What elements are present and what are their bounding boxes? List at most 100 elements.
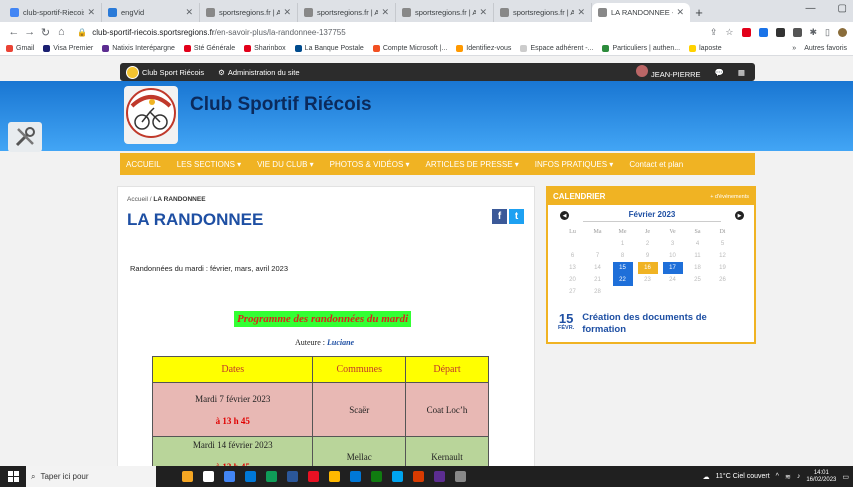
next-month-button[interactable]: ▶ xyxy=(735,211,744,220)
bookmark-item[interactable]: Particuliers | authen... xyxy=(602,45,680,52)
taskbar-app-icon[interactable] xyxy=(266,471,277,482)
taskbar-app-icon[interactable] xyxy=(224,471,235,482)
forward-icon[interactable]: → xyxy=(22,26,38,38)
tab-close-icon[interactable]: ✕ xyxy=(185,7,193,18)
calendar-day[interactable]: 17 xyxy=(662,262,683,274)
puzzle-icon[interactable]: ✱ xyxy=(810,27,818,38)
admin-settings-link[interactable]: ⚙ Administration du site xyxy=(218,68,299,77)
calendar-day[interactable]: 8 xyxy=(610,250,635,262)
calendar-day[interactable]: 3 xyxy=(660,238,685,250)
browser-tab[interactable]: sportsregions.fr | Adm✕ xyxy=(396,3,494,22)
sidepanel-icon[interactable]: ▯ xyxy=(825,27,830,38)
new-tab-button[interactable]: + xyxy=(690,3,708,22)
user-menu[interactable]: JEAN-PIERRE xyxy=(635,65,701,79)
calendar-day[interactable]: 5 xyxy=(710,238,735,250)
calendar-icon[interactable]: ▦ xyxy=(738,68,745,77)
bookmark-item[interactable]: Sté Générale xyxy=(183,45,235,52)
event-title[interactable]: Création des documents de formation xyxy=(582,312,732,336)
extension-icon[interactable] xyxy=(758,27,768,37)
taskbar-app-icon[interactable] xyxy=(287,471,298,482)
calendar-day[interactable]: 23 xyxy=(635,274,660,286)
extension-icon[interactable] xyxy=(792,27,802,37)
home-icon[interactable]: ⌂ xyxy=(53,26,69,38)
taskbar-search[interactable]: ⌕ Taper ici pour xyxy=(26,466,156,487)
share-icon[interactable]: ⇪ xyxy=(710,27,718,38)
calendar-day[interactable]: 6 xyxy=(560,250,585,262)
calendar-day[interactable]: 11 xyxy=(685,250,710,262)
bookmark-item[interactable]: Compte Microsoft |... xyxy=(372,45,447,52)
more-events-link[interactable]: + d'événements xyxy=(710,194,749,200)
bookmark-item[interactable]: Visa Premier xyxy=(43,45,93,52)
tab-close-icon[interactable]: ✕ xyxy=(479,7,487,18)
menu-item[interactable]: INFOS PRATIQUES ▾ xyxy=(535,160,614,169)
calendar-day[interactable]: 15 xyxy=(612,262,633,274)
calendar-day[interactable]: 28 xyxy=(585,286,610,298)
chat-icon[interactable]: 💬 xyxy=(715,68,724,77)
calendar-day[interactable]: 27 xyxy=(560,286,585,298)
bookmark-item[interactable]: La Banque Postale xyxy=(294,45,364,52)
calendar-day[interactable]: 4 xyxy=(685,238,710,250)
tab-close-icon[interactable]: ✕ xyxy=(381,7,389,18)
bookmark-item[interactable]: Gmail xyxy=(6,45,34,52)
menu-item[interactable]: ACCUEIL xyxy=(126,160,161,169)
profile-avatar[interactable] xyxy=(838,27,847,37)
chevron-up-icon[interactable]: ^ xyxy=(776,473,779,480)
volume-icon[interactable]: ♪ xyxy=(797,473,801,480)
calendar-day[interactable]: 26 xyxy=(710,274,735,286)
tab-close-icon[interactable]: ✕ xyxy=(577,7,585,18)
taskbar-app-icon[interactable] xyxy=(203,471,214,482)
calendar-day[interactable]: 2 xyxy=(635,238,660,250)
calendar-day[interactable]: 1 xyxy=(610,238,635,250)
taskbar-app-icon[interactable] xyxy=(455,471,466,482)
windows-start-icon[interactable] xyxy=(0,466,26,487)
bookmark-item[interactable]: laposte xyxy=(689,45,722,52)
taskbar-app-icon[interactable] xyxy=(245,471,256,482)
bookmark-item[interactable]: Espace adhérent -... xyxy=(520,45,593,52)
browser-tab[interactable]: sportsregions.fr | Adm✕ xyxy=(298,3,396,22)
other-bookmarks-folder[interactable]: Autres favoris xyxy=(804,45,847,52)
tab-close-icon[interactable]: ✕ xyxy=(283,7,291,18)
taskbar-app-icon[interactable] xyxy=(329,471,340,482)
taskbar-app-icon[interactable] xyxy=(413,471,424,482)
calendar-day[interactable]: 7 xyxy=(585,250,610,262)
reload-icon[interactable]: ↻ xyxy=(38,26,54,39)
prev-month-button[interactable]: ◀ xyxy=(560,211,569,220)
tools-icon[interactable] xyxy=(8,122,42,152)
network-icon[interactable]: ≋ xyxy=(785,473,791,481)
admin-site-link[interactable]: Club Sport Riécois xyxy=(126,65,204,79)
tab-close-icon[interactable]: ✕ xyxy=(87,7,95,18)
facebook-share-button[interactable]: f xyxy=(492,209,507,224)
calendar-day[interactable]: 19 xyxy=(710,262,735,274)
menu-item[interactable]: VIE DU CLUB ▾ xyxy=(257,160,313,169)
browser-tab[interactable]: LA RANDONNEE - Cl✕ xyxy=(592,3,690,22)
calendar-day[interactable]: 12 xyxy=(710,250,735,262)
calendar-day[interactable]: 21 xyxy=(585,274,610,286)
menu-item[interactable]: ARTICLES DE PRESSE ▾ xyxy=(426,160,519,169)
taskbar-app-icon[interactable] xyxy=(392,471,403,482)
calendar-day[interactable]: 16 xyxy=(637,262,658,274)
notification-icon[interactable]: ▭ xyxy=(842,473,849,481)
calendar-day[interactable]: 25 xyxy=(685,274,710,286)
calendar-day[interactable]: 10 xyxy=(660,250,685,262)
taskbar-clock[interactable]: 14:01 16/02/2023 xyxy=(806,470,836,484)
taskbar-app-icon[interactable] xyxy=(350,471,361,482)
taskbar-app-icon[interactable] xyxy=(182,471,193,482)
calendar-event[interactable]: 15 FÉVR. Création des documents de forma… xyxy=(558,312,732,336)
bookmarks-more-button[interactable]: » xyxy=(792,45,796,52)
back-icon[interactable]: ← xyxy=(6,26,22,38)
browser-tab[interactable]: sportsregions.fr | Adm✕ xyxy=(200,3,298,22)
maximize-button[interactable]: ▢ xyxy=(838,3,847,14)
calendar-day[interactable]: 24 xyxy=(660,274,685,286)
bookmark-item[interactable]: Identifiez-vous xyxy=(456,45,511,52)
club-logo[interactable] xyxy=(124,86,178,144)
menu-item[interactable]: PHOTOS & VIDÉOS ▾ xyxy=(330,160,410,169)
site-title[interactable]: Club Sportif Riécois xyxy=(190,94,372,116)
taskbar-app-icon[interactable] xyxy=(434,471,445,482)
address-bar[interactable]: 🔒 club-sportif-riecois.sportsregions.fr /… xyxy=(77,24,710,40)
browser-tab[interactable]: sportsregions.fr | Adm✕ xyxy=(494,3,592,22)
calendar-day[interactable]: 22 xyxy=(612,274,633,286)
breadcrumb-home[interactable]: Accueil xyxy=(127,196,148,203)
browser-tab[interactable]: engVid ✕ xyxy=(102,3,200,22)
taskbar-app-icon[interactable] xyxy=(371,471,382,482)
twitter-share-button[interactable]: t xyxy=(509,209,524,224)
